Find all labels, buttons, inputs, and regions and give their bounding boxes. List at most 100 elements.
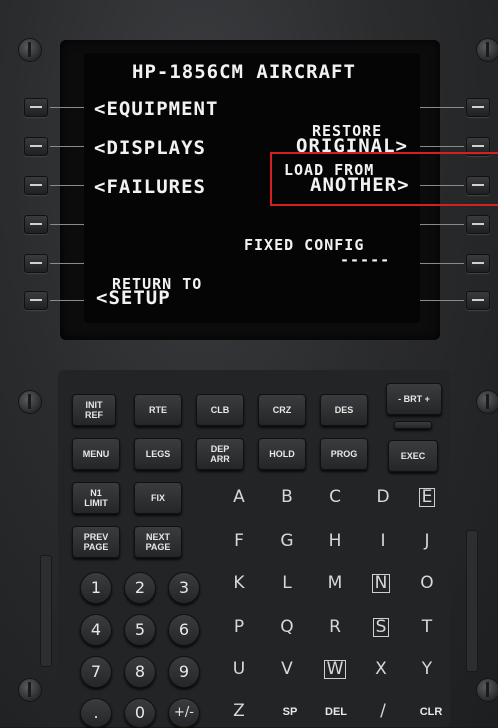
key-e-label: E: [418, 487, 436, 507]
divider: [50, 224, 84, 225]
crz-button[interactable]: CRZ: [258, 394, 306, 426]
lsk-6r-button[interactable]: [466, 291, 490, 310]
equipment-option: <EQUIPMENT: [94, 98, 219, 120]
space-button[interactable]: SP: [272, 700, 308, 724]
lsk-4l-button[interactable]: [24, 215, 48, 234]
prog-button[interactable]: PROG: [320, 438, 368, 470]
cdu-bezel: HP-1856CM AIRCRAFT <EQUIPMENT <DISPLAYS …: [0, 0, 498, 728]
lsk-6l-button[interactable]: [24, 291, 48, 310]
selection-highlight: [270, 152, 498, 206]
key-m[interactable]: M: [320, 570, 350, 596]
clear-button[interactable]: CLR: [414, 700, 448, 724]
key-8[interactable]: 8: [124, 656, 156, 688]
key-g[interactable]: G: [272, 528, 302, 554]
prev-page-button[interactable]: PREV PAGE: [72, 526, 120, 558]
lsk-1r-button[interactable]: [466, 98, 490, 117]
key-d[interactable]: D: [368, 484, 398, 510]
lsk-3l-button[interactable]: [24, 176, 48, 195]
return-setup-option: <SETUP: [96, 287, 171, 309]
divider: [420, 263, 464, 264]
lsk-5l-button[interactable]: [24, 254, 48, 273]
key-v[interactable]: V: [272, 656, 302, 682]
slash-button[interactable]: /: [368, 698, 398, 724]
key-y[interactable]: Y: [412, 656, 442, 682]
rte-button[interactable]: RTE: [134, 394, 182, 426]
key-decimal[interactable]: .: [80, 698, 112, 728]
lsk-1l-button[interactable]: [24, 98, 48, 117]
key-u[interactable]: U: [224, 656, 254, 682]
key-z[interactable]: Z: [224, 698, 254, 724]
n1-limit-button[interactable]: N1 LIMIT: [72, 482, 120, 514]
key-n[interactable]: N: [366, 570, 396, 596]
screw-icon: [476, 678, 498, 702]
key-f[interactable]: F: [224, 528, 254, 554]
key-i[interactable]: I: [368, 528, 398, 554]
key-k[interactable]: K: [224, 570, 254, 596]
divider: [50, 263, 84, 264]
key-5[interactable]: 5: [124, 614, 156, 646]
key-e[interactable]: E: [412, 484, 442, 510]
key-n-label: N: [371, 573, 391, 593]
key-4[interactable]: 4: [80, 614, 112, 646]
key-s[interactable]: S: [366, 614, 396, 640]
menu-button[interactable]: MENU: [72, 438, 120, 470]
page-title: HP-1856CM AIRCRAFT: [132, 61, 356, 83]
key-9[interactable]: 9: [168, 656, 200, 688]
divider: [50, 107, 84, 108]
hold-button[interactable]: HOLD: [258, 438, 306, 470]
next-page-button[interactable]: NEXT PAGE: [134, 526, 182, 558]
key-2[interactable]: 2: [124, 572, 156, 604]
clb-button[interactable]: CLB: [196, 394, 244, 426]
key-w-label: W: [323, 659, 347, 679]
exec-light: [394, 421, 432, 429]
key-h[interactable]: H: [320, 528, 350, 554]
lsk-4r-button[interactable]: [466, 215, 490, 234]
key-r[interactable]: R: [320, 614, 350, 640]
screw-icon: [476, 38, 498, 62]
key-o[interactable]: O: [412, 570, 442, 596]
key-s-label: S: [372, 617, 390, 637]
delete-button[interactable]: DEL: [318, 700, 354, 724]
divider: [420, 224, 464, 225]
divider: [50, 185, 84, 186]
init-ref-button[interactable]: INIT REF: [72, 394, 116, 426]
screw-icon: [18, 38, 42, 62]
dep-arr-button[interactable]: DEP ARR: [196, 438, 244, 470]
key-6[interactable]: 6: [168, 614, 200, 646]
fix-button[interactable]: FIX: [134, 482, 182, 514]
screw-icon: [476, 390, 498, 414]
key-b[interactable]: B: [272, 484, 302, 510]
divider: [420, 300, 464, 301]
divider: [420, 107, 464, 108]
displays-option: <DISPLAYS: [94, 137, 206, 159]
fixed-config-value: -----: [340, 251, 391, 269]
divider: [50, 146, 84, 147]
key-c[interactable]: C: [320, 484, 350, 510]
divider: [50, 300, 84, 301]
key-w[interactable]: W: [320, 656, 350, 682]
key-1[interactable]: 1: [80, 572, 112, 604]
plus-minus-button[interactable]: +/-: [168, 698, 200, 728]
key-3[interactable]: 3: [168, 572, 200, 604]
key-a[interactable]: A: [224, 484, 254, 510]
des-button[interactable]: DES: [320, 394, 368, 426]
lsk-2l-button[interactable]: [24, 137, 48, 156]
divider: [420, 146, 464, 147]
key-p[interactable]: P: [224, 614, 254, 640]
side-rail: [466, 530, 478, 672]
key-l[interactable]: L: [272, 570, 302, 596]
legs-button[interactable]: LEGS: [134, 438, 182, 470]
key-7[interactable]: 7: [80, 656, 112, 688]
exec-button[interactable]: EXEC: [388, 440, 438, 472]
failures-option: <FAILURES: [94, 176, 206, 198]
side-rail: [40, 555, 52, 667]
key-0[interactable]: 0: [124, 698, 156, 728]
key-x[interactable]: X: [366, 656, 396, 682]
screw-icon: [18, 390, 42, 414]
lsk-5r-button[interactable]: [466, 254, 490, 273]
key-j[interactable]: J: [412, 528, 442, 554]
screw-icon: [18, 678, 42, 702]
key-t[interactable]: T: [412, 614, 442, 640]
key-q[interactable]: Q: [272, 614, 302, 640]
brightness-button[interactable]: - BRT +: [386, 383, 442, 415]
